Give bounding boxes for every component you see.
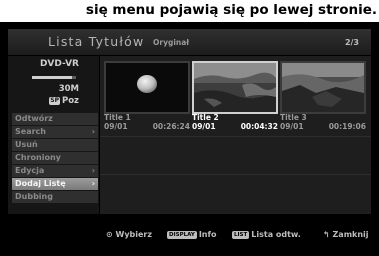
- options-menu: Odtwórz Search › Usuń Chroniony Edycja › D…: [12, 113, 98, 204]
- record-mode-label: Poz: [61, 96, 79, 106]
- list-type-label: Oryginał: [153, 38, 190, 47]
- chevron-right-icon: ›: [91, 127, 95, 136]
- menu-item-search[interactable]: Search ›: [12, 126, 98, 138]
- list-key-icon: LIST: [232, 231, 250, 239]
- menu-item-chroniony[interactable]: Chroniony: [12, 152, 98, 164]
- page-title: Lista Tytułów: [48, 34, 145, 49]
- disc-space-fill: [32, 76, 72, 79]
- disc-space-bar: [32, 76, 76, 79]
- menu-item-usun[interactable]: Usuń: [12, 139, 98, 151]
- grid-divider: [100, 136, 371, 137]
- title-thumbnail-grid: Title 1 09/01 00:26:24 Title 2 09/01 00:04…: [100, 56, 371, 214]
- enter-circle-icon: ⊙: [106, 230, 113, 239]
- display-key-icon: DISPLAY: [167, 231, 197, 239]
- grid-divider: [100, 174, 371, 175]
- title-label-3: Title 3 09/01 00:19:06: [280, 113, 366, 131]
- button-hints-bar: ⊙ Wybierz DISPLAY Info LIST Lista odtw. ↰ …: [0, 228, 379, 246]
- select-hint: ⊙ Wybierz: [106, 230, 153, 239]
- record-mode: SP Poz: [49, 96, 79, 106]
- disc-type: DVD-VR: [39, 59, 79, 69]
- disc-info: DVD-VR 30M SP Poz: [8, 56, 99, 111]
- playlist-hint: LIST Lista odtw.: [232, 230, 301, 239]
- title-list-header: Lista Tytułów Oryginał 2/3: [8, 29, 371, 55]
- page-indicator: 2/3: [344, 38, 359, 47]
- coastline-thumbnail-image: [194, 63, 276, 112]
- menu-item-odtworz[interactable]: Odtwórz: [12, 113, 98, 125]
- title-thumbnail-3[interactable]: [280, 61, 366, 114]
- rocks-thumbnail-image: [282, 63, 364, 112]
- menu-item-dubbing[interactable]: Dubbing: [12, 191, 98, 203]
- close-hint: ↰ Zamknij: [323, 230, 369, 239]
- info-hint: DISPLAY Info: [167, 230, 217, 239]
- title-label-2: Title 2 09/01 00:04:32: [192, 113, 278, 131]
- title-thumbnail-1[interactable]: [104, 61, 190, 114]
- return-icon: ↰: [323, 230, 330, 239]
- caption-text: się menu pojawią się po lewej stronie.: [0, 0, 379, 22]
- left-panel: DVD-VR 30M SP Poz Odtwórz Search › Usuń Ch…: [8, 56, 99, 214]
- chevron-right-icon: ›: [91, 166, 95, 175]
- menu-item-dodaj-liste[interactable]: Dodaj Listę ›: [12, 178, 98, 190]
- ball-thumbnail-image: [106, 63, 188, 112]
- sp-badge-icon: SP: [49, 97, 60, 105]
- menu-item-edycja[interactable]: Edycja ›: [12, 165, 98, 177]
- title-thumbnail-2[interactable]: [192, 61, 278, 114]
- disc-remaining: 30M: [58, 84, 79, 94]
- title-label-1: Title 1 09/01 00:26:24: [104, 113, 190, 131]
- chevron-right-icon: ›: [91, 179, 95, 188]
